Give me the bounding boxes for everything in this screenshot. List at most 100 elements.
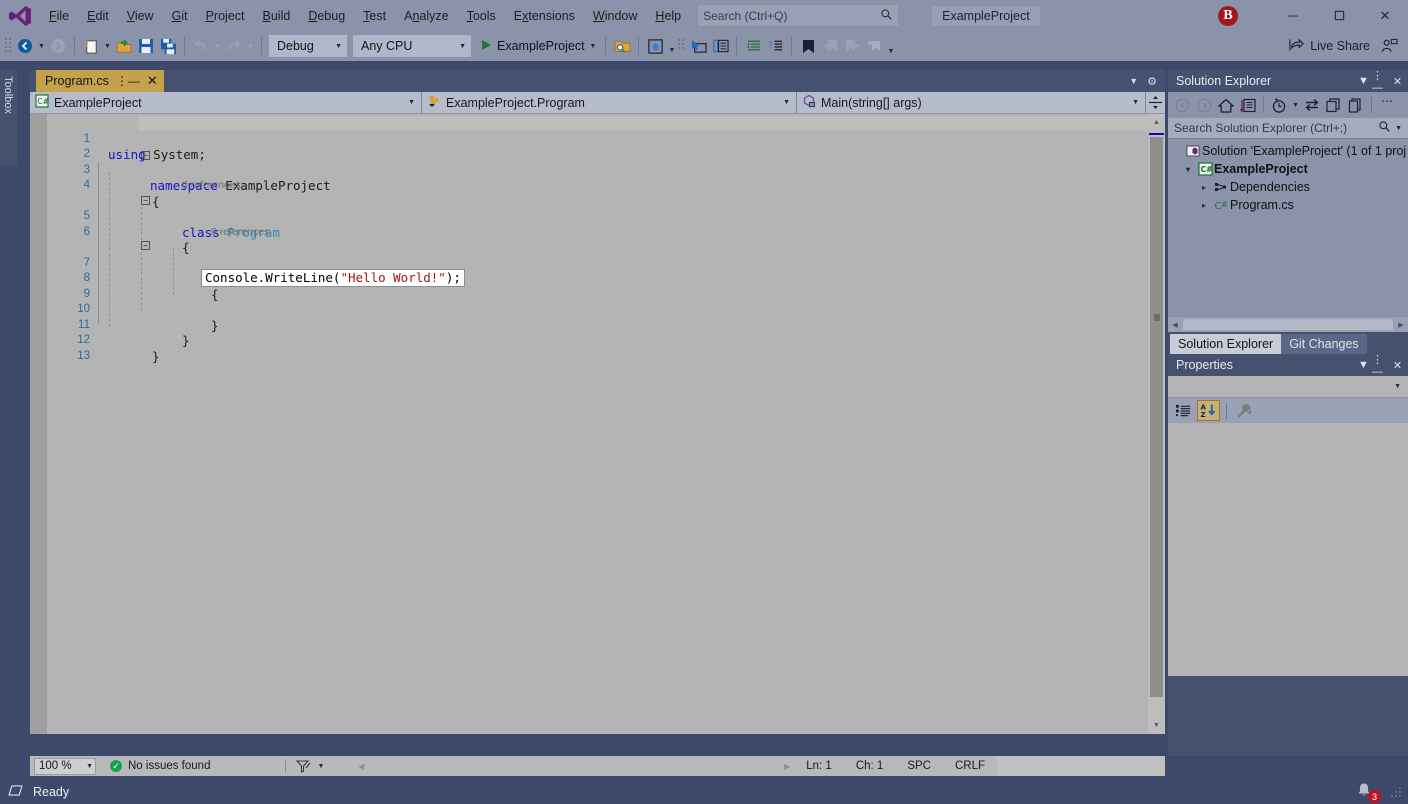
search-icon[interactable] (1378, 120, 1391, 136)
nav-project-combo[interactable]: C# ExampleProject ▼ (30, 92, 422, 113)
find-in-files-icon[interactable] (611, 35, 633, 57)
tree-item-program-cs[interactable]: ▸ C # Program.cs (1168, 196, 1408, 214)
solution-explorer-hscrollbar[interactable]: ◀ ▶ (1168, 317, 1408, 332)
overflow-icon[interactable]: ⋯ (1376, 94, 1398, 116)
show-all-files-icon[interactable] (1345, 94, 1367, 116)
scrollbar-thumb[interactable] (1150, 137, 1163, 697)
account-badge[interactable]: B (1218, 6, 1238, 26)
line-indicator[interactable]: Ln: 1 (794, 760, 844, 772)
issue-filter-icon[interactable]: ▼ (296, 760, 324, 773)
save-icon[interactable] (135, 35, 157, 57)
menu-debug[interactable]: Debug (299, 4, 354, 28)
highlighted-statement[interactable]: Console.WriteLine("Hello World!"); (201, 269, 465, 287)
nav-type-combo[interactable]: ExampleProject.Program ▼ (422, 92, 797, 113)
close-icon[interactable]: ✕ (1389, 72, 1406, 90)
collapse-all-icon[interactable] (1323, 94, 1345, 116)
new-item-icon[interactable] (80, 35, 102, 57)
document-tab-program-cs[interactable]: Program.cs ⋮— ✕ (36, 70, 164, 92)
tab-git-changes[interactable]: Git Changes (1281, 334, 1366, 354)
split-view-icon[interactable] (1146, 92, 1165, 113)
bookmark-icon[interactable] (797, 35, 819, 57)
toolbar-grip-icon[interactable] (4, 37, 12, 55)
tree-expander-collapsed[interactable]: ▸ (1196, 183, 1212, 192)
new-item-dropdown-icon[interactable]: ▼ (102, 35, 113, 57)
zoom-level-combo[interactable]: 100 % ▼ (34, 758, 96, 775)
search-input[interactable] (703, 9, 880, 23)
codelens-references[interactable]: 0 references (30, 225, 1130, 241)
open-file-icon[interactable] (113, 35, 135, 57)
chevron-down-icon[interactable]: ▼ (1355, 72, 1372, 90)
tree-item-dependencies[interactable]: ▸ Dependencies (1168, 178, 1408, 196)
codelens-label[interactable]: 0 references (182, 178, 240, 194)
home-icon[interactable] (1215, 94, 1237, 116)
menu-git[interactable]: Git (163, 4, 197, 28)
properties-body[interactable] (1168, 423, 1408, 676)
hscrollbar-thumb[interactable] (1183, 319, 1393, 330)
issues-indicator[interactable]: ✓ No issues found (110, 760, 210, 772)
pin-icon[interactable]: ⋮— (1372, 356, 1389, 374)
save-all-icon[interactable] (157, 35, 179, 57)
editor-vertical-scrollbar[interactable]: ▲ ▼ (1148, 114, 1165, 734)
close-icon[interactable]: ✕ (1389, 356, 1406, 374)
menu-help[interactable]: Help (646, 4, 690, 28)
line-endings-indicator[interactable]: CRLF (943, 760, 997, 772)
live-preview-dropdown-icon[interactable]: ▼ (666, 35, 677, 57)
column-indicator[interactable]: Ch: 1 (844, 760, 896, 772)
toolbar-overflow-icon[interactable]: ▼ (885, 35, 896, 57)
maximize-button[interactable] (1316, 0, 1362, 31)
toggle-panel-icon[interactable] (709, 35, 731, 57)
toolbar-grip-icon[interactable] (677, 37, 685, 55)
scroll-right-button[interactable]: ▶ (1394, 321, 1408, 329)
pin-icon[interactable]: ⋮— (116, 74, 140, 88)
chevron-down-icon[interactable]: ▼ (1391, 125, 1406, 132)
toolbox-tab[interactable]: Toolbox (0, 70, 17, 166)
resize-grip-icon[interactable] (1390, 786, 1402, 798)
live-share-button[interactable]: Live Share (1281, 34, 1378, 58)
sync-icon[interactable] (1301, 94, 1323, 116)
tabstrip-settings-icon[interactable]: ⚙ (1147, 75, 1157, 88)
navigate-back-dropdown-icon[interactable]: ▼ (36, 35, 47, 57)
notifications-button[interactable]: 3 (1356, 782, 1380, 802)
start-debug-button[interactable]: ExampleProject ▼ (477, 35, 600, 57)
live-preview-icon[interactable] (644, 35, 666, 57)
menu-view[interactable]: View (118, 4, 163, 28)
tree-item-solution[interactable]: Solution 'ExampleProject' (1 of 1 proj (1168, 142, 1408, 160)
properties-object-combo[interactable]: ▼ (1168, 376, 1408, 398)
menu-tools[interactable]: Tools (458, 4, 505, 28)
menu-analyze[interactable]: Analyze (395, 4, 457, 28)
comment-icon[interactable] (742, 35, 764, 57)
tab-solution-explorer[interactable]: Solution Explorer (1170, 334, 1281, 354)
nav-member-combo[interactable]: Main(string[] args) ▼ (797, 92, 1146, 113)
solution-search-input[interactable] (1174, 121, 1378, 135)
history-icon[interactable] (1268, 94, 1290, 116)
scroll-left-button[interactable]: ◀ (1168, 321, 1182, 329)
tree-expander-expanded[interactable]: ▾ (1180, 165, 1196, 174)
menu-test[interactable]: Test (354, 4, 395, 28)
history-dropdown-icon[interactable]: ▼ (1290, 94, 1301, 116)
scroll-down-button[interactable]: ▼ (1148, 717, 1165, 734)
menu-edit[interactable]: Edit (78, 4, 118, 28)
close-button[interactable]: ✕ (1362, 0, 1408, 31)
categorized-icon[interactable] (1172, 400, 1195, 421)
menu-file[interactable]: File (40, 4, 78, 28)
global-search-box[interactable] (698, 5, 898, 26)
pin-icon[interactable]: ⋮— (1372, 72, 1389, 90)
platform-combo[interactable]: Any CPU ▼ (353, 35, 471, 57)
minimize-button[interactable]: ─ (1270, 0, 1316, 31)
tree-expander-collapsed[interactable]: ▸ (1196, 201, 1212, 210)
uncomment-icon[interactable]: ? (764, 35, 786, 57)
scroll-up-button[interactable]: ▲ (1148, 114, 1165, 131)
menu-window[interactable]: Window (584, 4, 646, 28)
pending-changes-icon[interactable] (1237, 94, 1259, 116)
send-feedback-icon[interactable] (1378, 35, 1400, 57)
code-editor-surface[interactable]: − − − 1 using System; 2 3 namespace Exam… (30, 114, 1165, 734)
menu-build[interactable]: Build (254, 4, 300, 28)
solution-explorer-search[interactable]: ▼ (1168, 118, 1408, 139)
chevron-down-icon[interactable]: ▼ (1129, 76, 1138, 86)
menu-extensions[interactable]: Extensions (505, 4, 584, 28)
navigate-back-icon[interactable] (14, 35, 36, 57)
solution-tree[interactable]: Solution 'ExampleProject' (1 of 1 proj ▾… (1168, 139, 1408, 317)
chevron-down-icon[interactable]: ▼ (1355, 356, 1372, 374)
codelens-label[interactable]: 0 references (211, 225, 269, 241)
select-element-icon[interactable] (687, 35, 709, 57)
